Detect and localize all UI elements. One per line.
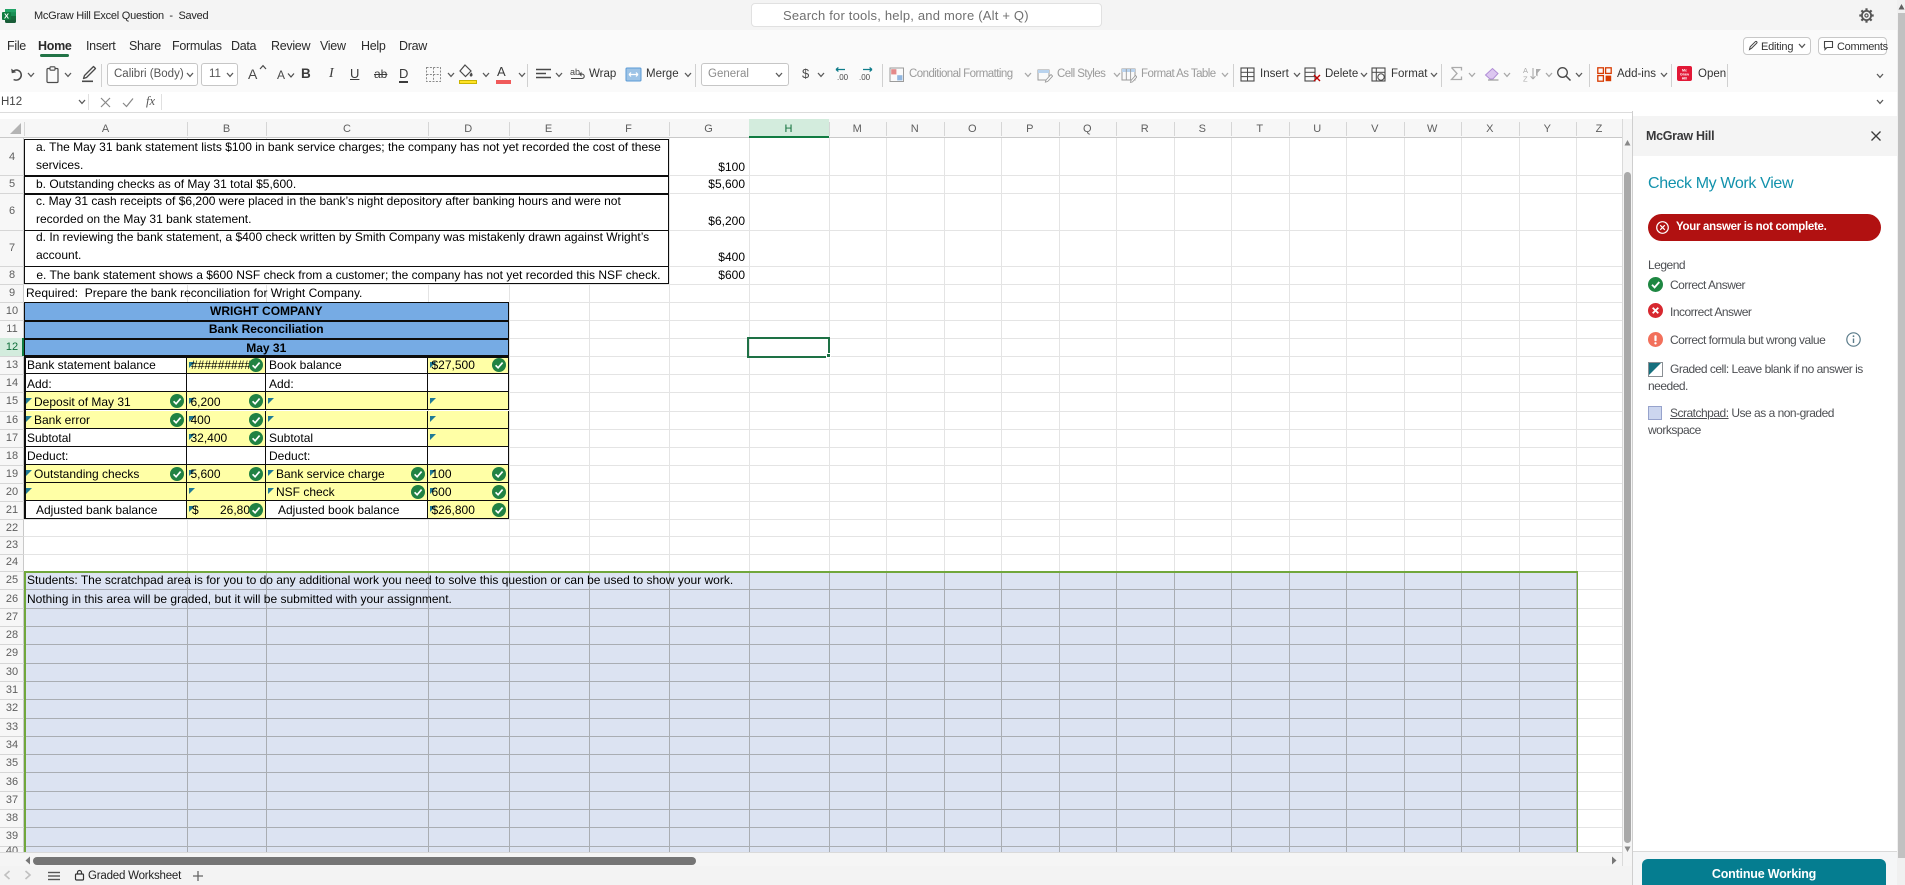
- svg-text:Hill: Hill: [1682, 76, 1688, 80]
- svg-text:Z: Z: [1523, 75, 1528, 83]
- svg-text:X: X: [4, 12, 9, 21]
- svg-text:ab: ab: [570, 67, 580, 77]
- svg-text:.00: .00: [837, 73, 849, 82]
- svg-text:.00: .00: [859, 73, 871, 82]
